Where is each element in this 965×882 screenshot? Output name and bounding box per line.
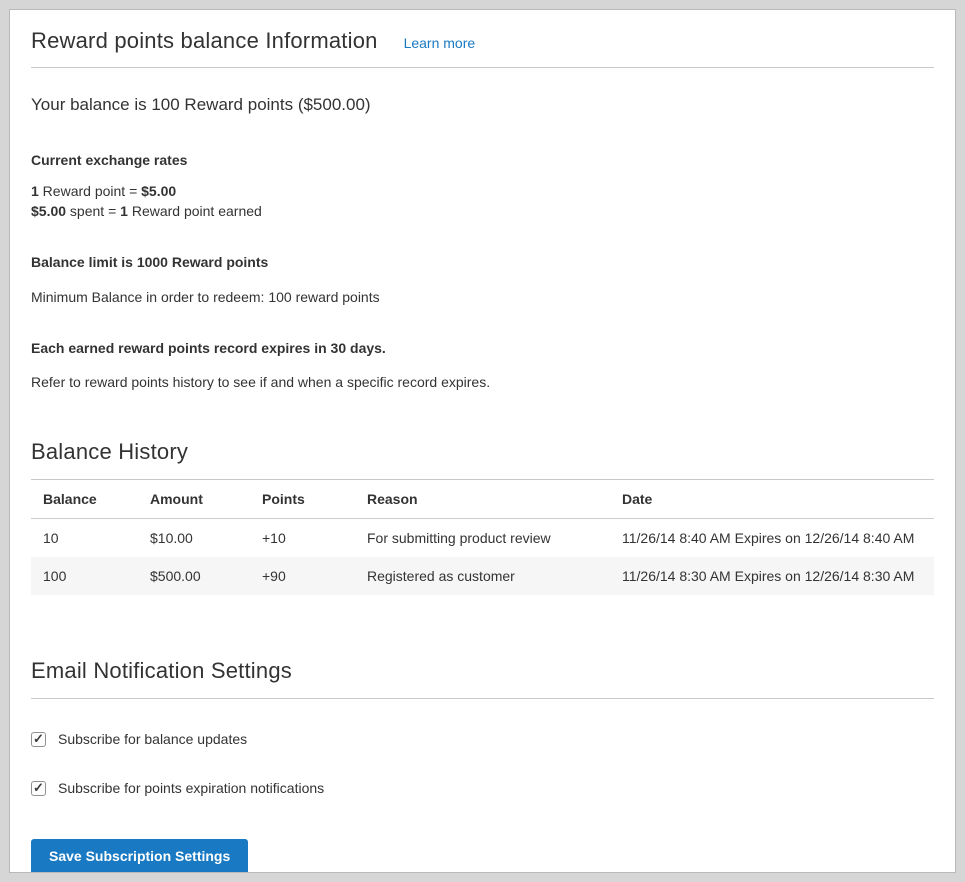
cell-reason: Registered as customer [355, 557, 610, 595]
email-settings-title: Email Notification Settings [31, 658, 934, 699]
page-title-row: Reward points balance Information Learn … [31, 28, 934, 68]
points-expiration-checkbox[interactable] [31, 781, 46, 796]
column-header-points: Points [250, 480, 355, 519]
balance-limit-notice: Balance limit is 1000 Reward points [31, 253, 934, 271]
column-header-reason: Reason [355, 480, 610, 519]
rate1-points: 1 [31, 183, 39, 199]
rate2-text: spent = [66, 203, 120, 219]
cell-date: 11/26/14 8:30 AM Expires on 12/26/14 8:3… [610, 557, 934, 595]
column-header-amount: Amount [138, 480, 250, 519]
exchange-rate-lines: 1 Reward point = $5.00 $5.00 spent = 1 R… [31, 181, 934, 221]
save-subscription-button[interactable]: Save Subscription Settings [31, 839, 248, 873]
rate2-points: 1 [120, 203, 128, 219]
cell-amount: $10.00 [138, 519, 250, 558]
exchange-rate-line-earn: 1 Reward point = $5.00 [31, 181, 934, 201]
cell-points: +10 [250, 519, 355, 558]
cell-points: +90 [250, 557, 355, 595]
cell-amount: $500.00 [138, 557, 250, 595]
balance-history-table: Balance Amount Points Reason Date 10 $10… [31, 480, 934, 595]
table-row: 10 $10.00 +10 For submitting product rev… [31, 519, 934, 558]
cell-date: 11/26/14 8:40 AM Expires on 12/26/14 8:4… [610, 519, 934, 558]
subscribe-points-expiration-row[interactable]: Subscribe for points expiration notifica… [31, 780, 324, 796]
balance-history-title: Balance History [31, 439, 934, 480]
rate2-tail: Reward point earned [128, 203, 262, 219]
reward-info-card: Reward points balance Information Learn … [9, 9, 956, 873]
checkbox-label: Subscribe for points expiration notifica… [58, 780, 324, 796]
expiry-hint: Refer to reward points history to see if… [31, 372, 934, 392]
table-header-row: Balance Amount Points Reason Date [31, 480, 934, 519]
rate1-amount: $5.00 [141, 183, 176, 199]
learn-more-link[interactable]: Learn more [404, 35, 476, 51]
minimum-balance-notice: Minimum Balance in order to redeem: 100 … [31, 287, 934, 307]
exchange-rate-line-spend: $5.00 spent = 1 Reward point earned [31, 201, 934, 221]
rate1-text: Reward point = [39, 183, 141, 199]
column-header-balance: Balance [31, 480, 138, 519]
exchange-rates-heading: Current exchange rates [31, 151, 934, 169]
cell-balance: 100 [31, 557, 138, 595]
cell-reason: For submitting product review [355, 519, 610, 558]
balance-summary: Your balance is 100 Reward points ($500.… [31, 95, 934, 115]
expiry-notice: Each earned reward points record expires… [31, 339, 934, 357]
cell-balance: 10 [31, 519, 138, 558]
balance-updates-checkbox[interactable] [31, 732, 46, 747]
subscribe-balance-updates-row[interactable]: Subscribe for balance updates [31, 731, 247, 747]
page-title: Reward points balance Information [31, 28, 378, 54]
rate2-amount: $5.00 [31, 203, 66, 219]
table-row: 100 $500.00 +90 Registered as customer 1… [31, 557, 934, 595]
column-header-date: Date [610, 480, 934, 519]
checkbox-label: Subscribe for balance updates [58, 731, 247, 747]
